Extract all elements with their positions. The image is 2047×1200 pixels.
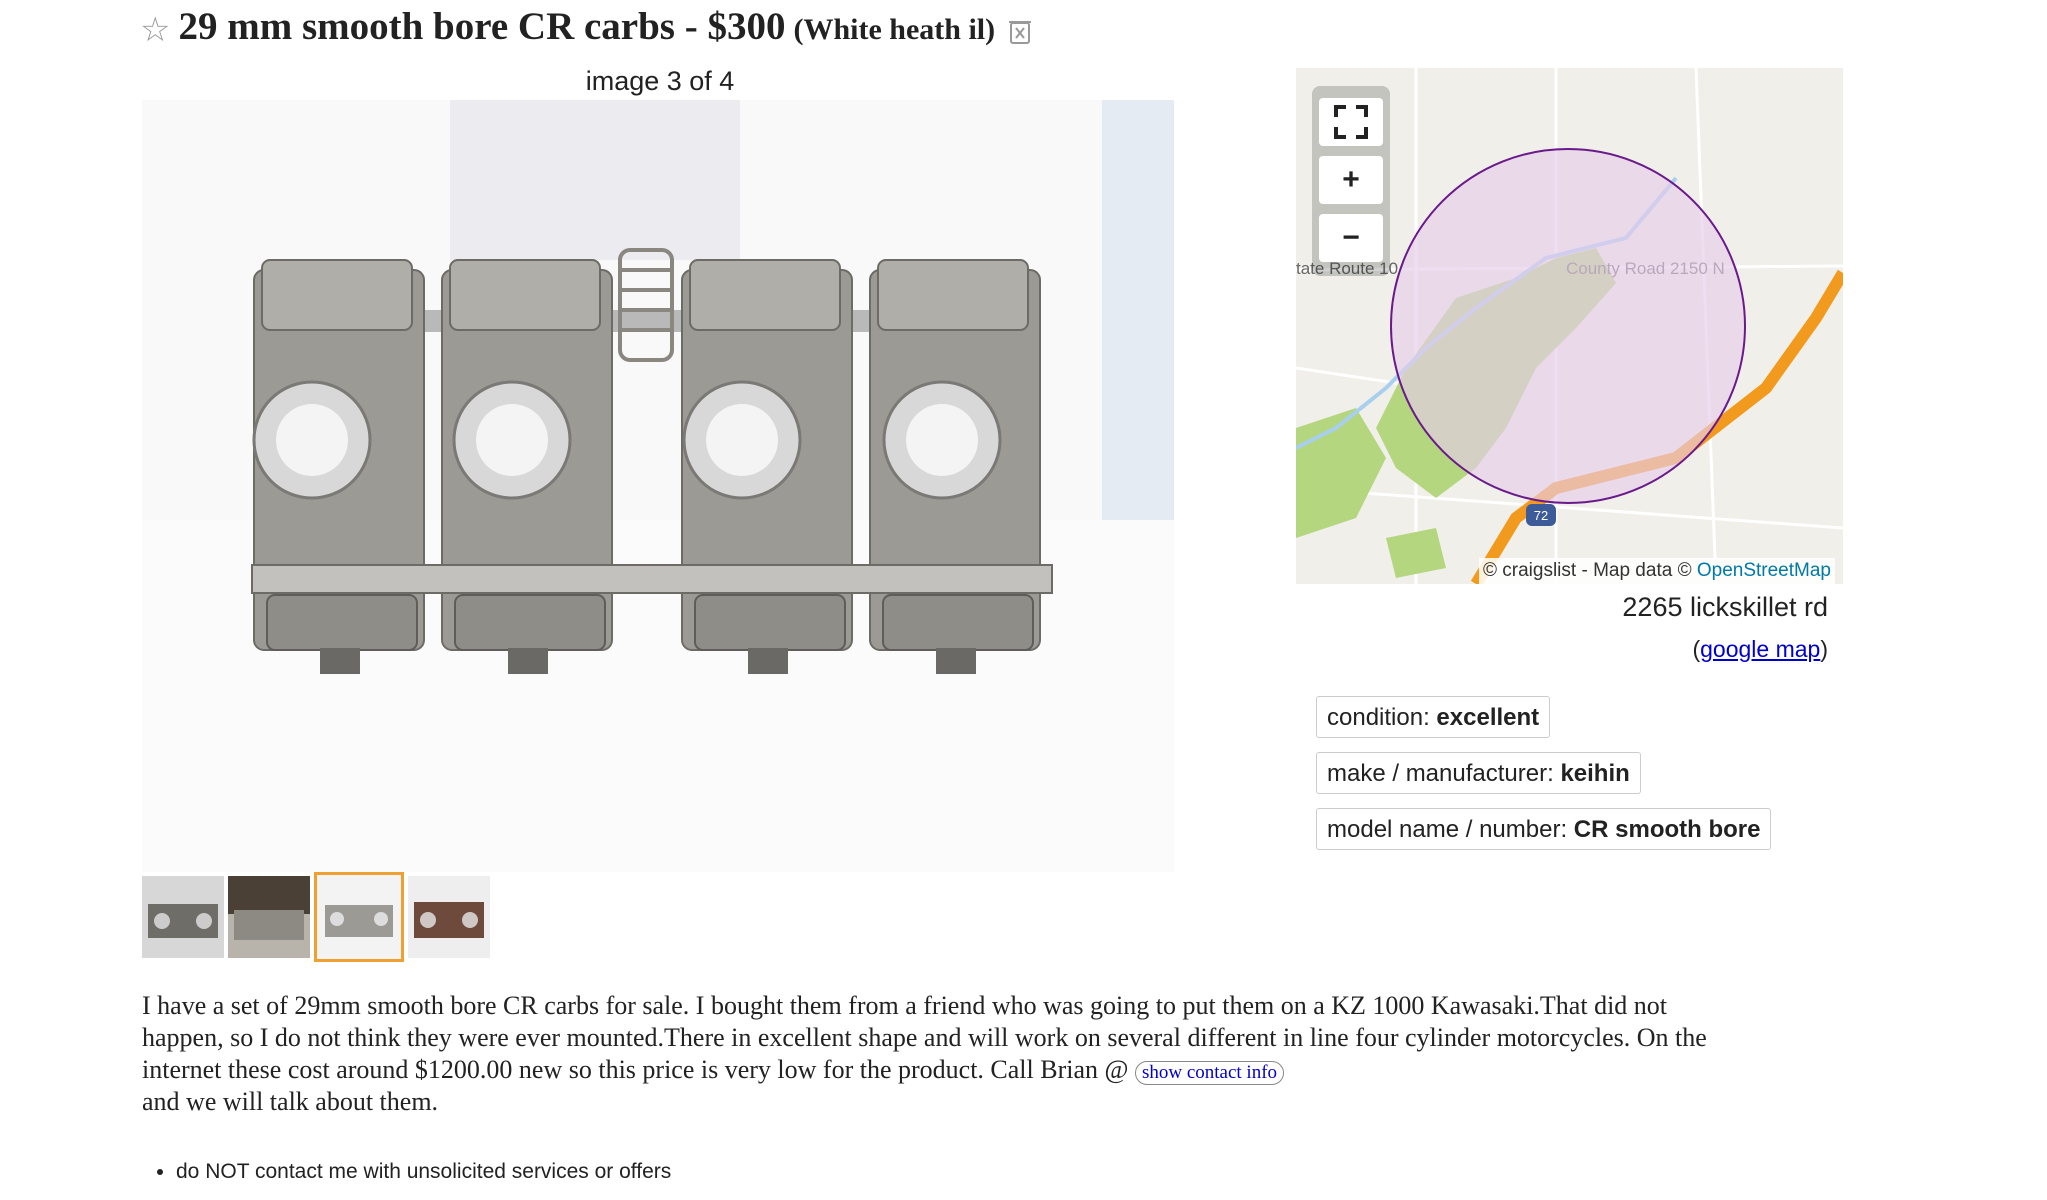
- map-attribution: © craigslist - Map data © OpenStreetMap: [1479, 558, 1835, 584]
- posting-title-row: ☆ 29 mm smooth bore CR carbs - $300 (Whi…: [140, 4, 1033, 50]
- map-attribution-text: © craigslist - Map data ©: [1483, 560, 1692, 581]
- attribute-make: make / manufacturer: keihin: [1316, 752, 1641, 794]
- body-line-3: internet these cost around $1200.00 new …: [142, 1054, 1822, 1086]
- map-controls: + −: [1312, 86, 1390, 276]
- location-map[interactable]: 72 tate Route 10 County Road 2150 N + − …: [1296, 68, 1843, 584]
- posting-location: (White heath il): [793, 13, 996, 46]
- google-map-link-row: (google map): [1692, 636, 1828, 662]
- thumbnail-3-selected[interactable]: [314, 872, 404, 962]
- favorite-star-icon[interactable]: ☆: [140, 10, 170, 50]
- thumbnail-4[interactable]: [408, 876, 490, 958]
- main-listing-image[interactable]: [142, 100, 1174, 872]
- attribute-model: model name / number: CR smooth bore: [1316, 808, 1772, 850]
- posting-body: I have a set of 29mm smooth bore CR carb…: [142, 990, 1822, 1118]
- notices-list: do NOT contact me with unsolicited servi…: [158, 1160, 671, 1184]
- zoom-in-button[interactable]: +: [1319, 156, 1383, 204]
- thumbnail-strip: [142, 872, 494, 962]
- thumbnail-2[interactable]: [228, 876, 310, 958]
- image-counter: image 3 of 4: [585, 66, 735, 96]
- body-line-4: and we will talk about them.: [142, 1087, 439, 1116]
- google-map-link[interactable]: google map: [1700, 636, 1820, 662]
- notice-item: do NOT contact me with unsolicited servi…: [176, 1160, 671, 1184]
- body-line-2: happen, so I do not think they were ever…: [142, 1023, 1707, 1052]
- attribute-condition: condition: excellent: [1316, 696, 1551, 738]
- openstreetmap-link[interactable]: OpenStreetMap: [1697, 560, 1831, 581]
- map-address: 2265 lickskillet rd: [1622, 592, 1828, 622]
- fullscreen-icon: [1334, 105, 1368, 139]
- fullscreen-button[interactable]: [1319, 98, 1383, 146]
- posting-title: 29 mm smooth bore CR carbs - $300: [178, 5, 786, 48]
- hide-posting-icon[interactable]: [1007, 17, 1033, 50]
- zoom-out-button[interactable]: −: [1319, 214, 1383, 262]
- show-contact-info-button[interactable]: show contact info: [1134, 1061, 1285, 1085]
- body-line-1: I have a set of 29mm smooth bore CR carb…: [142, 991, 1668, 1020]
- highway-shield-text: 72: [1534, 508, 1548, 523]
- thumbnail-1[interactable]: [142, 876, 224, 958]
